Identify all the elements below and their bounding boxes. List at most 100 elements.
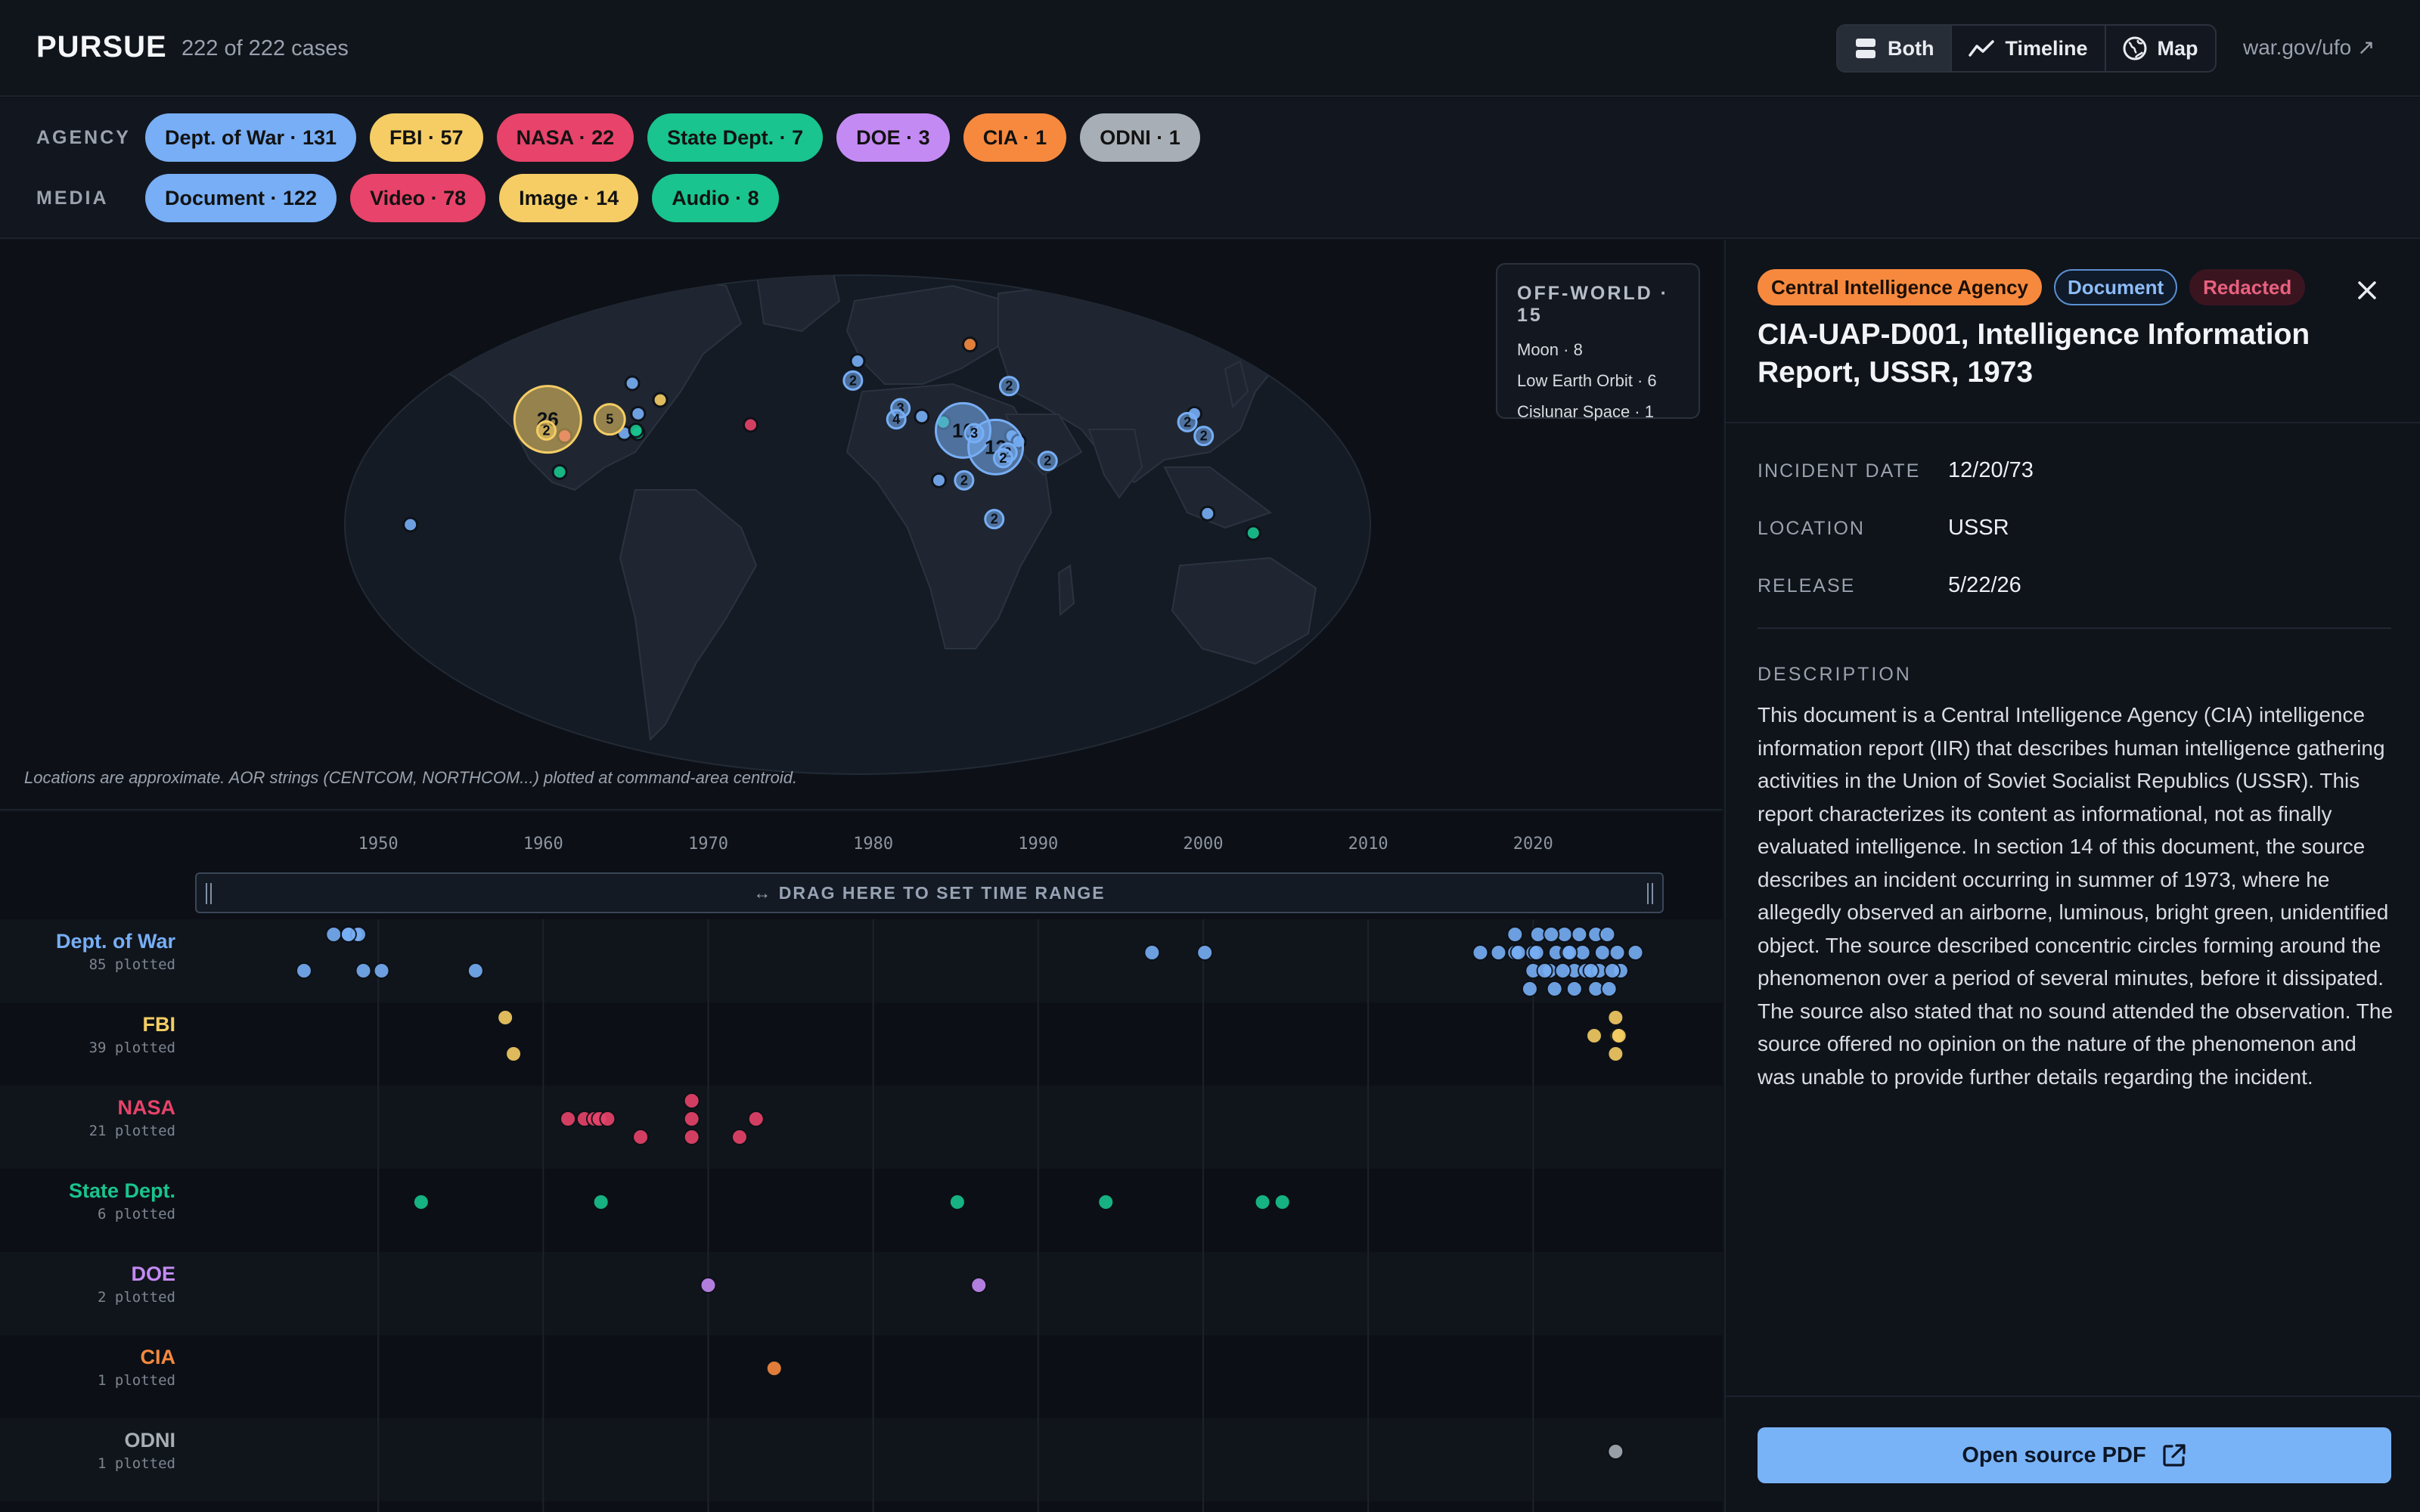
- map-cluster[interactable]: 26: [513, 385, 582, 454]
- timeline-event-dot[interactable]: [1561, 944, 1578, 961]
- timeline-event-dot[interactable]: [948, 1194, 966, 1210]
- map-cluster[interactable]: 2: [535, 420, 557, 441]
- map-cluster[interactable]: 3: [963, 423, 985, 444]
- timeline-event-dot[interactable]: [1607, 1046, 1624, 1062]
- timeline-event-dot[interactable]: [1509, 944, 1527, 961]
- agency-chip[interactable]: CIA · 1: [963, 113, 1067, 162]
- world-map[interactable]: 26521012322342222222: [0, 240, 1723, 810]
- timeline-event-dot[interactable]: [1097, 1194, 1115, 1210]
- timeline-event-dot[interactable]: [970, 1277, 988, 1294]
- timeline-event-dot[interactable]: [1593, 944, 1611, 961]
- timeline-event-dot[interactable]: [1571, 926, 1588, 943]
- timeline-event-dot[interactable]: [1543, 926, 1560, 943]
- agency-chip[interactable]: Dept. of War · 131: [145, 113, 357, 162]
- map-point[interactable]: [1199, 505, 1216, 522]
- time-range-brush[interactable]: ↔ DRAG HERE TO SET TIME RANGE: [195, 872, 1664, 913]
- map-cluster[interactable]: 2: [954, 469, 975, 491]
- media-chip[interactable]: Video · 78: [350, 174, 486, 222]
- timeline-event-dot[interactable]: [1196, 944, 1214, 961]
- timeline-event-dot[interactable]: [560, 1111, 577, 1127]
- timeline-event-dot[interactable]: [1565, 981, 1583, 997]
- timeline-event-dot[interactable]: [747, 1111, 765, 1127]
- timeline-event-dot[interactable]: [467, 962, 484, 979]
- open-pdf-button[interactable]: Open source PDF: [1758, 1427, 2391, 1483]
- timeline-event-dot[interactable]: [632, 1129, 650, 1145]
- timeline-chart[interactable]: [0, 812, 1723, 1512]
- map-cluster[interactable]: 2: [1193, 426, 1215, 447]
- map-point[interactable]: [849, 353, 866, 370]
- timeline-event-dot[interactable]: [1254, 1194, 1271, 1210]
- timeline-event-dot[interactable]: [700, 1277, 717, 1294]
- map-point[interactable]: [961, 336, 978, 353]
- map-point[interactable]: [1245, 525, 1261, 541]
- timeline-event-dot[interactable]: [373, 962, 390, 979]
- map-point[interactable]: [652, 392, 669, 408]
- map-point[interactable]: [914, 408, 930, 425]
- timeline-event-dot[interactable]: [1521, 981, 1538, 997]
- timeline-event-dot[interactable]: [1627, 944, 1644, 961]
- map-point[interactable]: [630, 405, 647, 422]
- timeline-event-dot[interactable]: [295, 962, 312, 979]
- map-cluster[interactable]: 2: [998, 376, 1019, 397]
- close-icon[interactable]: [2350, 274, 2384, 307]
- map-point[interactable]: [930, 472, 947, 488]
- timeline-event-dot[interactable]: [325, 926, 343, 943]
- map-cluster[interactable]: 5: [593, 403, 626, 436]
- timeline-event-dot[interactable]: [497, 1009, 514, 1026]
- map-cluster[interactable]: 2: [992, 448, 1013, 469]
- range-handle-right[interactable]: [1647, 883, 1653, 904]
- media-chip[interactable]: Image · 14: [499, 174, 639, 222]
- timeline-event-dot[interactable]: [1528, 944, 1545, 961]
- media-chip[interactable]: Audio · 8: [652, 174, 779, 222]
- timeline-event-dot[interactable]: [599, 1111, 616, 1127]
- timeline-event-dot[interactable]: [412, 1194, 430, 1210]
- timeline-event-dot[interactable]: [1599, 926, 1616, 943]
- map-cluster[interactable]: 2: [842, 370, 864, 391]
- timeline-event-dot[interactable]: [731, 1129, 748, 1145]
- agency-chip[interactable]: ODNI · 1: [1080, 113, 1200, 162]
- timeline-event-dot[interactable]: [1472, 944, 1489, 961]
- timeline-event-dot[interactable]: [1490, 944, 1507, 961]
- map-point[interactable]: [742, 417, 759, 433]
- offworld-item-moon[interactable]: Moon · 8: [1517, 340, 1679, 360]
- timeline-event-dot[interactable]: [340, 926, 357, 943]
- timeline-event-dot[interactable]: [1143, 944, 1161, 961]
- timeline-event-dot[interactable]: [1609, 944, 1626, 961]
- timeline-event-dot[interactable]: [683, 1129, 700, 1145]
- map-cluster[interactable]: 2: [1177, 411, 1198, 432]
- view-timeline-button[interactable]: Timeline: [1952, 26, 2106, 71]
- timeline-event-dot[interactable]: [1607, 1009, 1624, 1026]
- view-map-button[interactable]: Map: [2106, 26, 2215, 71]
- timeline-event-dot[interactable]: [683, 1092, 700, 1109]
- timeline-event-dot[interactable]: [765, 1360, 783, 1377]
- timeline-event-dot[interactable]: [1554, 962, 1571, 979]
- timeline-event-dot[interactable]: [1506, 926, 1524, 943]
- timeline-event-dot[interactable]: [1607, 1443, 1624, 1460]
- map-cluster[interactable]: 2: [1037, 451, 1058, 472]
- agency-chip[interactable]: State Dept. · 7: [647, 113, 824, 162]
- media-chip[interactable]: Document · 122: [145, 174, 337, 222]
- timeline-event-dot[interactable]: [1546, 981, 1563, 997]
- map-point[interactable]: [624, 375, 641, 392]
- source-site-link[interactable]: war.gov/ufo ↗: [2243, 35, 2375, 60]
- map-cluster[interactable]: 2: [984, 509, 1005, 530]
- map-cluster[interactable]: 4: [886, 409, 907, 430]
- timeline-event-dot[interactable]: [1586, 1027, 1603, 1044]
- offworld-item-cislunar[interactable]: Cislunar Space · 1: [1517, 402, 1679, 422]
- timeline-event-dot[interactable]: [1600, 981, 1618, 997]
- map-point[interactable]: [551, 463, 568, 480]
- map-point[interactable]: [402, 516, 419, 533]
- timeline-event-dot[interactable]: [1604, 962, 1621, 979]
- timeline-event-dot[interactable]: [1610, 1027, 1627, 1044]
- range-handle-left[interactable]: [206, 883, 212, 904]
- timeline-event-dot[interactable]: [683, 1111, 700, 1127]
- agency-chip[interactable]: NASA · 22: [496, 113, 634, 162]
- timeline-event-dot[interactable]: [355, 962, 372, 979]
- map-point[interactable]: [628, 422, 644, 438]
- timeline-event-dot[interactable]: [592, 1194, 610, 1210]
- agency-chip[interactable]: FBI · 57: [370, 113, 483, 162]
- offworld-item-leo[interactable]: Low Earth Orbit · 6: [1517, 371, 1679, 391]
- timeline-event-dot[interactable]: [505, 1046, 523, 1062]
- timeline-event-dot[interactable]: [1274, 1194, 1291, 1210]
- agency-chip[interactable]: DOE · 3: [836, 113, 950, 162]
